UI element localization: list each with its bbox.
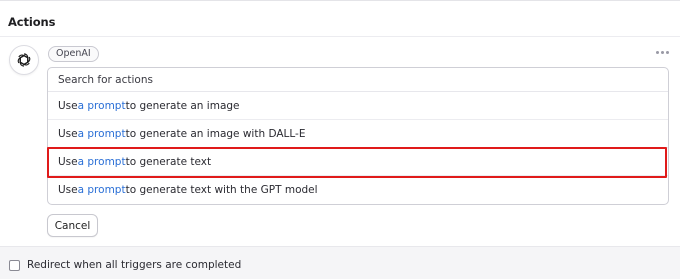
actions-card: Actions OpenAI Use a prompt to generate … xyxy=(0,0,680,279)
option-prefix: Use xyxy=(58,184,78,196)
more-horizontal-icon[interactable] xyxy=(656,46,670,58)
option-prefix: Use xyxy=(58,127,78,140)
option-generate-image[interactable]: Use a prompt to generate an image xyxy=(48,92,668,120)
option-prefix: Use xyxy=(58,99,78,112)
search-row xyxy=(48,68,668,92)
openai-logo-icon xyxy=(9,45,39,75)
actions-dropdown: Use a prompt to generate an image Use a … xyxy=(47,67,669,205)
redirect-label: Redirect when all triggers are completed xyxy=(27,259,242,271)
option-suffix: to generate text with the GPT model xyxy=(125,184,318,196)
cancel-button[interactable]: Cancel xyxy=(47,214,98,237)
provider-badge: OpenAI xyxy=(48,46,99,62)
option-generate-text[interactable]: Use a prompt to generate text xyxy=(48,148,668,176)
prompt-link[interactable]: a prompt xyxy=(78,128,126,140)
prompt-link[interactable]: a prompt xyxy=(78,184,126,196)
section-title: Actions xyxy=(8,15,56,29)
search-input[interactable] xyxy=(58,73,668,86)
actions-header: Actions xyxy=(0,1,680,37)
option-prefix: Use xyxy=(58,155,78,168)
prompt-link[interactable]: a prompt xyxy=(78,100,126,112)
redirect-option[interactable]: Redirect when all triggers are completed xyxy=(9,259,241,271)
redirect-checkbox[interactable] xyxy=(9,259,20,271)
option-suffix: to generate an image xyxy=(125,99,240,112)
option-suffix: to generate text xyxy=(125,155,212,168)
option-generate-text-gpt[interactable]: Use a prompt to generate text with the G… xyxy=(48,176,668,204)
option-generate-image-dalle[interactable]: Use a prompt to generate an image with D… xyxy=(48,120,668,148)
option-suffix: to generate an image with DALL-E xyxy=(125,127,306,140)
prompt-link[interactable]: a prompt xyxy=(78,156,126,168)
